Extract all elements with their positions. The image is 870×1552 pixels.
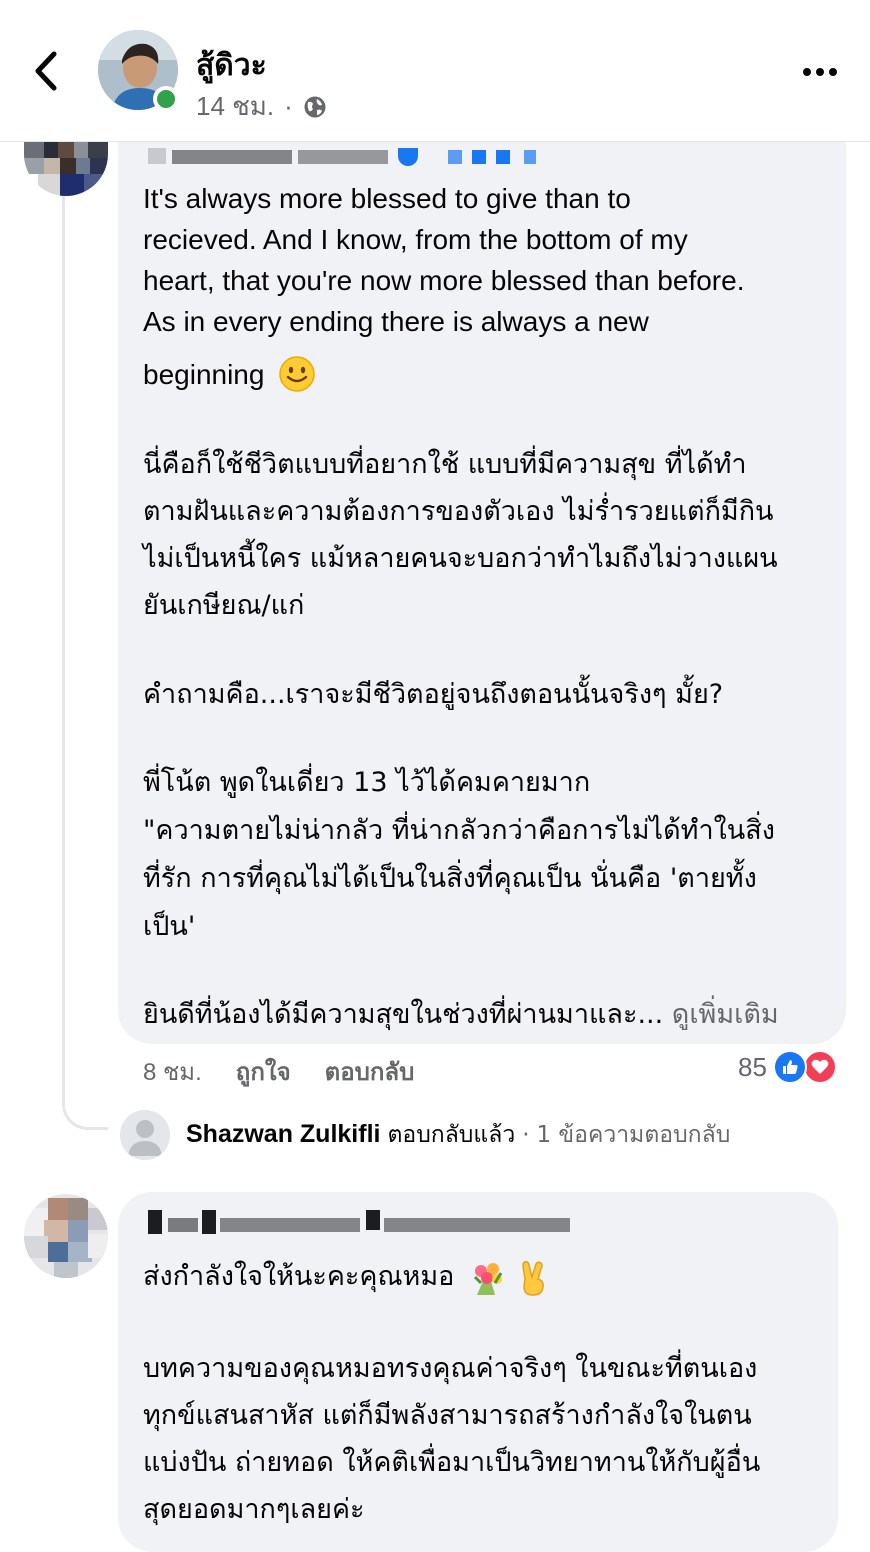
view-replies-link[interactable]: Shazwan Zulkifli ตอบกลับแล้ว · 1 ข้อความ… xyxy=(120,1110,730,1160)
post-header: สู้ดิวะ 14 ชม. · xyxy=(0,0,870,142)
comment-line: นี่คือก็ใช้ชีวิตแบบที่อยากใช้ แบบที่มีคว… xyxy=(143,449,747,480)
reply-button[interactable]: ตอบกลับ xyxy=(325,1052,415,1091)
globe-icon xyxy=(304,96,326,117)
chevron-left-icon xyxy=(35,51,57,91)
comment-line: heart, that you're now more blessed than… xyxy=(143,265,745,296)
reaction-summary[interactable]: 85 xyxy=(738,1050,837,1084)
bouquet-emoji xyxy=(473,1262,503,1295)
more-options-button[interactable] xyxy=(800,52,840,92)
reply-author-avatar xyxy=(120,1110,170,1160)
commenter-name-redacted[interactable] xyxy=(148,144,538,168)
love-icon xyxy=(802,1050,837,1084)
comment-line: ยินดีที่น้องได้มีความสุขในช่วงที่ผ่านมาแ… xyxy=(143,999,664,1030)
meta-separator: · xyxy=(284,91,293,121)
comment-line: ยันเกษียณ/แก่ xyxy=(143,590,305,621)
comment-line: แบ่งปัน ถ่ายทอด ให้คติเพื่อมาเป็นวิทยาทา… xyxy=(143,1447,761,1478)
comment-line: บทความของคุณหมอทรงคุณค่าจริงๆ ในขณะที่ตน… xyxy=(143,1353,758,1384)
comment-line: "ความตายไม่น่ากลัว ที่น่ากลัวกว่าคือการไ… xyxy=(143,815,775,846)
post-meta: 14 ชม. · xyxy=(196,86,327,127)
comment-actions: 8 ชม. ถูกใจ ตอบกลับ xyxy=(143,1052,414,1091)
comment-line: As in every ending there is always a new xyxy=(143,306,649,337)
comment-line: ส่งกำลังใจให้นะคะคุณหมอ xyxy=(143,1261,455,1292)
comment-line: คำถามคือ...เราจะมีชีวิตอยู่จนถึงตอนนั้นจ… xyxy=(143,679,724,710)
like-icon xyxy=(772,1050,807,1084)
comment-line: recieved. And I know, from the bottom of… xyxy=(143,224,688,255)
commenter-avatar[interactable] xyxy=(24,1194,108,1278)
reply-summary-text: Shazwan Zulkifli ตอบกลับแล้ว · 1 ข้อความ… xyxy=(186,1117,730,1153)
commenter-name-redacted[interactable] xyxy=(148,1210,578,1234)
comment-line: It's always more blessed to give than to xyxy=(143,183,631,214)
slightly-smiling-face-emoji xyxy=(279,355,315,392)
comment-truncated-line: ยินดีที่น้องได้มีความสุขในช่วงที่ผ่านมาแ… xyxy=(143,992,779,1038)
reply-count: 1 ข้อความตอบกลับ xyxy=(536,1122,731,1148)
comment-time[interactable]: 8 ชม. xyxy=(143,1052,202,1091)
post-author-name[interactable]: สู้ดิวะ xyxy=(196,42,267,89)
post-time[interactable]: 14 ชม. xyxy=(196,86,274,127)
reaction-count: 85 xyxy=(738,1051,767,1082)
comment-line: ไม่เป็นหนี้ใคร แม้หลายคนจะบอกว่าทำไมถึงไ… xyxy=(143,543,778,574)
comment-line-with-emoji: beginning xyxy=(143,354,316,395)
comment-line: พี่โน้ต พูดในเดี่ยว 13 ไว้ได้คมคายมาก xyxy=(143,767,591,798)
reply-separator: · xyxy=(522,1122,530,1148)
comment-line: ตามฝันและความต้องการของตัวเอง ไม่ร่ำรวยแ… xyxy=(143,496,774,527)
comment-line: เป็น' xyxy=(143,911,196,942)
reply-thread-line xyxy=(62,190,108,1130)
back-button[interactable] xyxy=(28,48,68,94)
see-more-link[interactable]: ดูเพิ่มเติม xyxy=(672,999,779,1030)
more-horizontal-icon xyxy=(803,68,837,76)
comment-line: สุดยอดมากๆเลยค่ะ xyxy=(143,1494,365,1525)
comment-line-with-emoji: ส่งกำลังใจให้นะคะคุณหมอ xyxy=(143,1254,550,1300)
reply-author-name: Shazwan Zulkifli xyxy=(186,1120,381,1148)
comment-line: ที่รัก การที่คุณไม่ได้เป็นในสิ่งที่คุณเป… xyxy=(143,863,757,894)
comment-line: ทุกข์แสนสาหัส แต่ก็มีพลังสามารถสร้างกำลั… xyxy=(143,1400,752,1431)
comment-line: beginning xyxy=(143,359,265,390)
victory-hand-emoji xyxy=(521,1260,544,1296)
like-button[interactable]: ถูกใจ xyxy=(236,1052,291,1091)
reply-status: ตอบกลับแล้ว xyxy=(387,1122,516,1148)
online-status-indicator xyxy=(153,86,179,112)
